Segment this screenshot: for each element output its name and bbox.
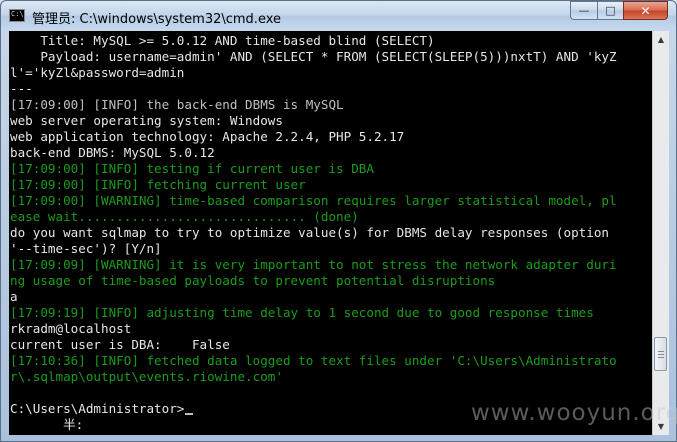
console-line: current user is DBA: False <box>10 337 230 353</box>
vertical-scrollbar[interactable]: ▲ ▼ <box>652 31 669 435</box>
minimize-button[interactable]: — <box>570 1 597 20</box>
text-cursor <box>185 413 194 415</box>
console-line: [17:09:19] [INFO] adjusting time delay t… <box>10 305 594 321</box>
console-line: do you want sqlmap to try to optimize va… <box>10 225 609 241</box>
console-line-text: '--time-sec')? [Y/n] <box>10 241 162 256</box>
console-line: --- <box>10 81 33 97</box>
console-line-text: current user is DBA: False <box>10 337 230 352</box>
console-line-text: l'='kyZl&password=admin <box>10 65 185 80</box>
console-line: Title: MySQL >= 5.0.12 AND time-based bl… <box>10 33 435 49</box>
console-line-text: rkradm@localhost <box>10 321 132 336</box>
console-line-text: ng usage of time-based payloads to preve… <box>10 273 496 288</box>
maximize-button[interactable]: □ <box>597 1 623 20</box>
window-title: 管理员: C:\windows\system32\cmd.exe <box>32 12 281 27</box>
console-line-text: [17:09:09] [WARNING] it is very importan… <box>10 257 617 272</box>
console-line: ease wait.............................. … <box>10 209 359 225</box>
console-line: [17:10:36] [INFO] fetched data logged to… <box>10 353 617 369</box>
console-line: [17:09:00] [INFO] the back-end DBMS is M… <box>10 97 344 113</box>
console-output[interactable]: Title: MySQL >= 5.0.12 AND time-based bl… <box>9 31 652 435</box>
console-line-text: web application technology: Apache 2.2.4… <box>10 129 405 144</box>
grip-line <box>658 357 664 358</box>
close-icon: ✕ <box>640 3 651 18</box>
console-line: l'='kyZl&password=admin <box>10 65 184 81</box>
cmd-window: C:\ 管理员: C:\windows\system32\cmd.exe — □… <box>0 0 677 442</box>
console-line: r\.sqlmap\output\events.riowine.com' <box>10 369 283 385</box>
console-line-text: r\.sqlmap\output\events.riowine.com' <box>10 369 283 384</box>
console-line: a <box>10 289 18 305</box>
console-line-text: --- <box>10 81 33 96</box>
console-line: ng usage of time-based payloads to preve… <box>10 273 495 289</box>
console-line-text: C:\Users\Administrator> <box>10 401 185 416</box>
console-line-text: [17:09:00] [WARNING] time-based comparis… <box>10 193 617 208</box>
console-line: [17:09:00] [WARNING] time-based comparis… <box>10 193 617 209</box>
console-line: web server operating system: Windows <box>10 113 283 129</box>
console-line: [17:09:00] [INFO] fetching current user <box>10 177 306 193</box>
console-line-text: [17:09:00] [INFO] testing if current use… <box>10 161 374 176</box>
console-line-text: Payload: username=admin' AND (SELECT * F… <box>10 49 617 64</box>
console-line: C:\Users\Administrator> <box>10 401 194 417</box>
console-line-text: do you want sqlmap to try to optimize va… <box>10 225 609 240</box>
close-button[interactable]: ✕ <box>623 1 668 20</box>
window-controls: — □ ✕ <box>570 1 668 21</box>
cmd-icon[interactable]: C:\ <box>9 9 25 22</box>
grip-line <box>658 351 664 352</box>
console-line: [17:09:00] [INFO] testing if current use… <box>10 161 374 177</box>
console-line: '--time-sec')? [Y/n] <box>10 241 162 257</box>
console-line-text: web server operating system: Windows <box>10 113 283 128</box>
console-line-text: a <box>10 289 18 304</box>
console-line-text: [17:09:00] [INFO] the back-end DBMS is M… <box>10 97 344 112</box>
console-line-text: [17:09:00] [INFO] fetching current user <box>10 177 306 192</box>
console-line-text: [17:09:19] [INFO] adjusting time delay t… <box>10 305 594 320</box>
watermark: www.wooyun.org <box>471 400 677 426</box>
console-line: web application technology: Apache 2.2.4… <box>10 129 404 145</box>
console-line-text: [17:10:36] [INFO] fetched data logged to… <box>10 353 617 368</box>
grip-line <box>658 354 664 355</box>
console-line: rkradm@localhost <box>10 321 131 337</box>
maximize-icon: □ <box>605 4 616 17</box>
minimize-icon: — <box>578 4 590 17</box>
ime-status: 半: <box>10 417 84 432</box>
console-line-text: ease wait.............................. … <box>10 209 359 224</box>
title-bar[interactable]: C:\ 管理员: C:\windows\system32\cmd.exe — □… <box>1 1 676 30</box>
scrollbar-thumb[interactable] <box>654 337 667 371</box>
console-line: [17:09:09] [WARNING] it is very importan… <box>10 257 617 273</box>
console-line-text: back-end DBMS: MySQL 5.0.12 <box>10 145 215 160</box>
console-line: back-end DBMS: MySQL 5.0.12 <box>10 145 215 161</box>
console-line: Payload: username=admin' AND (SELECT * F… <box>10 49 617 65</box>
console-line-text: Title: MySQL >= 5.0.12 AND time-based bl… <box>10 33 435 48</box>
scroll-up-arrow-icon[interactable]: ▲ <box>653 31 669 48</box>
